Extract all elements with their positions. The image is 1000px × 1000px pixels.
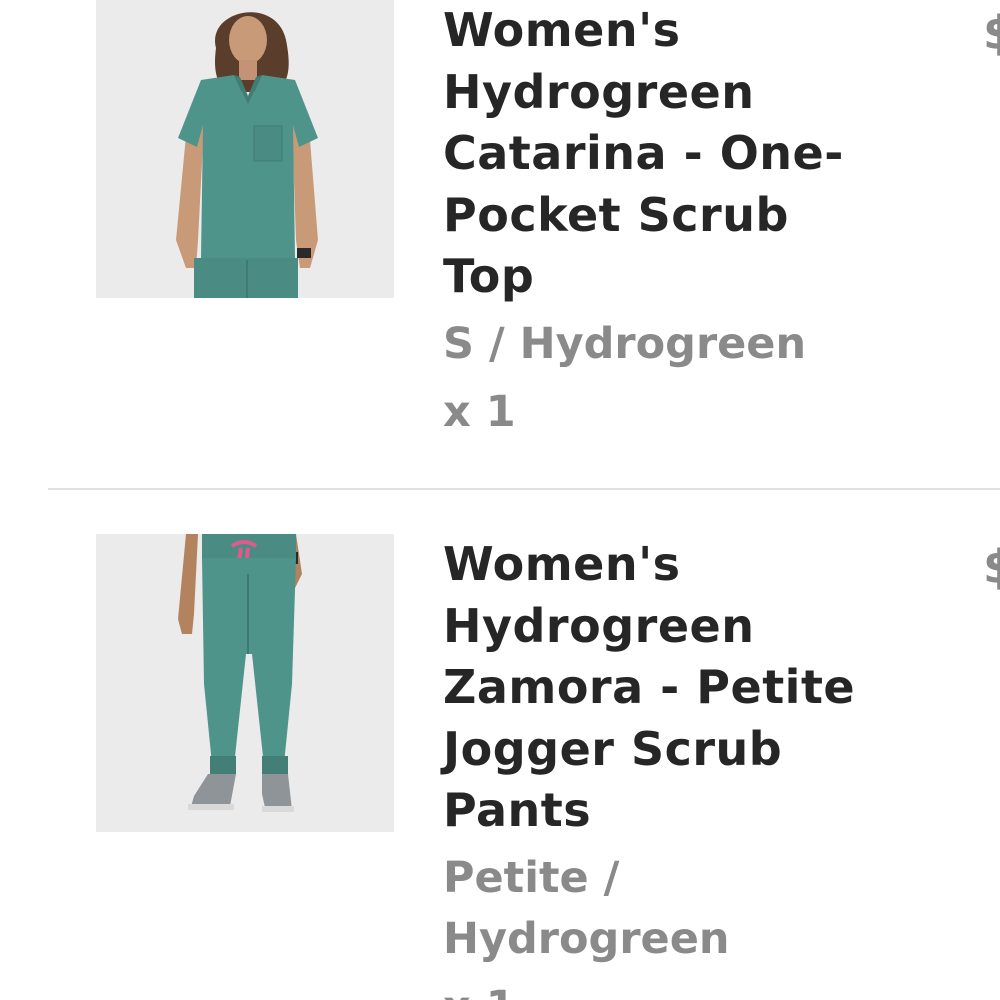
- product-price: $: [983, 540, 1000, 594]
- product-title-line: Top: [443, 249, 535, 303]
- product-title-line: Hydrogreen: [443, 64, 755, 119]
- scrub-top-photo: [96, 0, 394, 298]
- product-title-line: Pants: [443, 783, 592, 837]
- product-variant-line: Hydrogreen: [443, 913, 730, 964]
- product-title[interactable]: Women's Hydrogreen Catarina - One- Pocke…: [443, 0, 913, 308]
- product-image-scrub-top[interactable]: [96, 0, 394, 298]
- product-title-line: Hydrogreen: [443, 598, 755, 653]
- cart-page: Women's Hydrogreen Catarina - One- Pocke…: [0, 0, 1000, 1000]
- product-title-line: Women's: [443, 3, 681, 57]
- product-title-line: Zamora - Petite: [443, 660, 856, 714]
- product-variant-line: S / Hydrogreen: [443, 318, 807, 369]
- product-info: Women's Hydrogreen Zamora - Petite Jogge…: [443, 534, 913, 1000]
- product-info: Women's Hydrogreen Catarina - One- Pocke…: [443, 0, 913, 443]
- cart-line-item: Women's Hydrogreen Zamora - Petite Jogge…: [0, 490, 1000, 1000]
- product-title-line: Jogger Scrub: [443, 721, 783, 776]
- product-price: $: [983, 6, 1000, 60]
- product-title[interactable]: Women's Hydrogreen Zamora - Petite Jogge…: [443, 534, 913, 842]
- cart-line-item: Women's Hydrogreen Catarina - One- Pocke…: [0, 0, 1000, 488]
- scrub-pants-photo: [96, 534, 394, 832]
- product-title-line: Women's: [443, 537, 681, 591]
- product-quantity: x 1: [443, 977, 913, 1000]
- product-variant: S / Hydrogreen: [443, 314, 913, 375]
- product-variant: Petite / Hydrogreen: [443, 848, 913, 970]
- product-title-line: Pocket Scrub: [443, 187, 789, 242]
- product-variant-line: Petite /: [443, 852, 620, 903]
- product-quantity: x 1: [443, 386, 516, 437]
- product-title-line: Catarina - One-: [443, 126, 844, 180]
- product-image-scrub-pants[interactable]: [96, 534, 394, 832]
